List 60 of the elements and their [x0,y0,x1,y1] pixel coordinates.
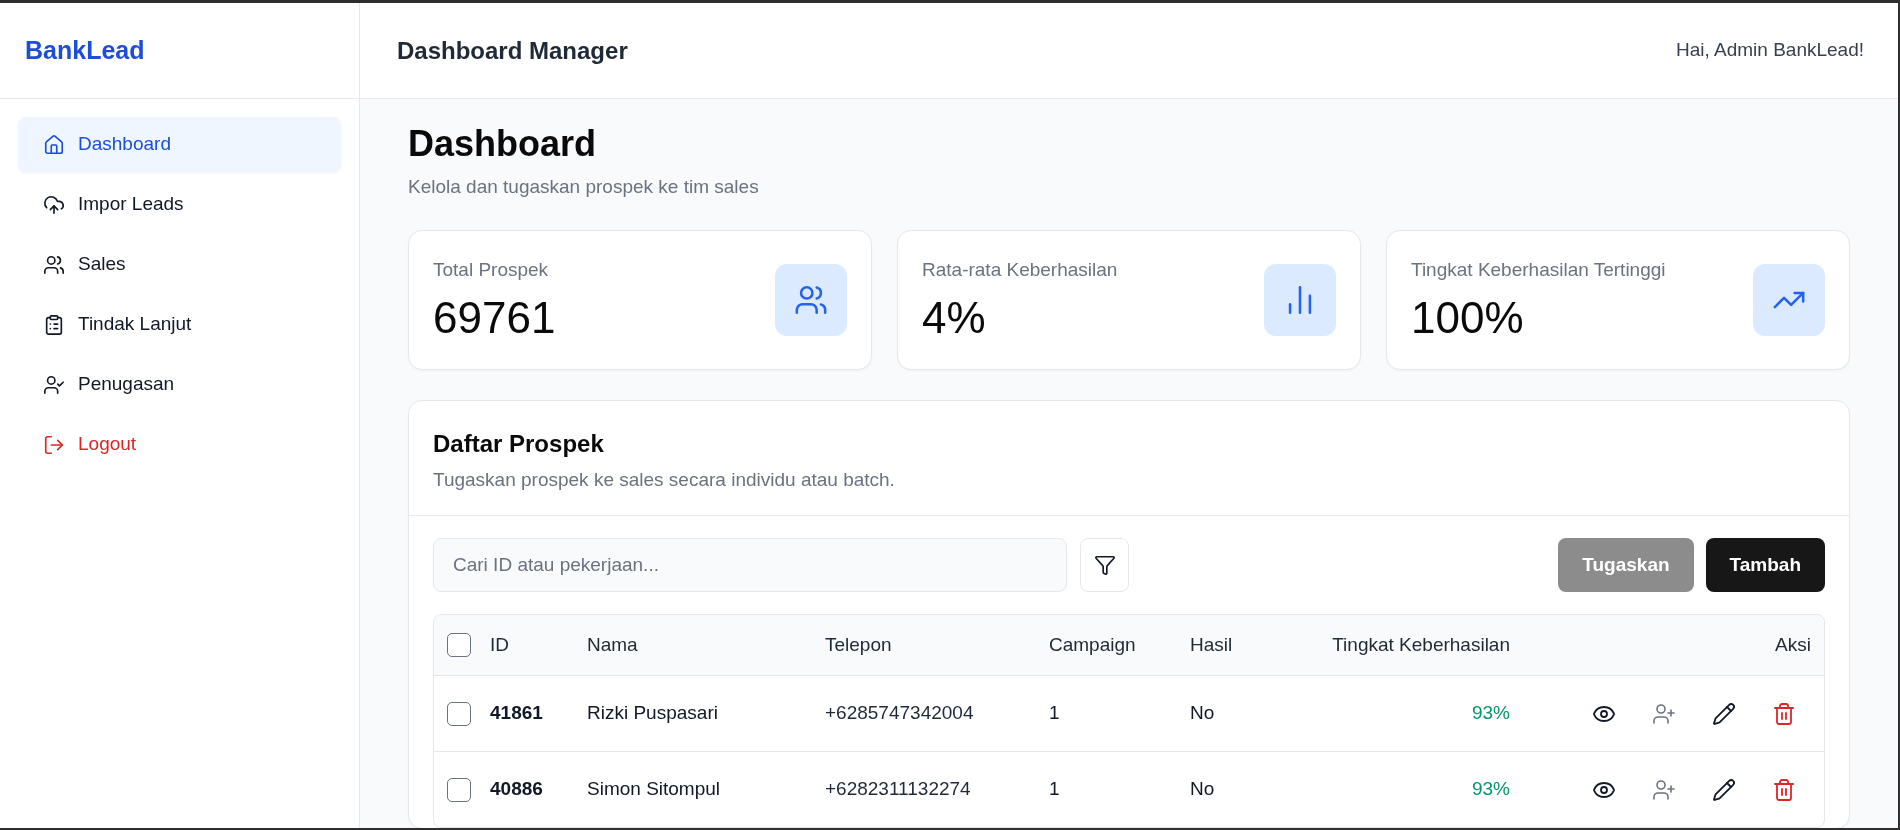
trash-icon [1772,777,1796,802]
card-subtitle: Tugaskan prospek ke sales secara individu atau batch. [433,468,896,492]
users-icon [775,264,847,336]
table-cell-text: 93% [1471,701,1510,726]
action-button[interactable]: Tambah [1705,538,1825,592]
column-header: Aksi [1775,632,1811,657]
table-cell-text: 40886 [490,777,543,802]
table-cell-text: Simon Sitompul [587,777,721,802]
filter-button[interactable] [1080,538,1129,592]
column-header: Campaign [1049,632,1136,657]
user-check-icon [43,373,65,396]
card-title: Daftar Prospek [433,429,605,459]
column-header: ID [490,632,509,657]
sidebar-item[interactable]: Impor Leads [18,177,341,232]
greeting-text: Hai, Admin BankLead! [1676,38,1864,63]
stat-label: Tingkat Keberhasilan Tertinggi [1411,258,1666,282]
page-subtitle: Kelola dan tugaskan prospek ke tim sales [408,175,760,199]
clipboard-list-icon [43,313,65,336]
filter-icon [1093,554,1116,576]
logout-icon [43,433,65,456]
trash-icon [1772,701,1796,726]
stat-value: 4% [922,293,987,343]
sidebar-item[interactable]: Logout [18,417,341,472]
table-cell-text: +6285747342004 [825,701,974,726]
table-cell-text: 41861 [490,701,543,726]
pencil-icon [1712,701,1736,726]
cloud-upload-icon [43,193,65,216]
sidebar-item[interactable]: Penugasan [18,357,341,412]
table-cell-text: 1 [1049,701,1060,726]
column-header: Telepon [825,632,892,657]
page-title: Dashboard [408,123,598,165]
pencil-icon [1712,777,1736,802]
checkbox[interactable] [447,633,471,657]
sidebar-item[interactable]: Tindak Lanjut [18,297,341,352]
sidebar-item[interactable]: Dashboard [18,117,341,172]
column-header: Hasil [1190,632,1233,657]
table-cell-text: No [1190,701,1215,726]
user-plus-icon [1652,701,1676,726]
column-header: Nama [587,632,638,657]
table-cell-text: +6282311132274 [825,777,971,802]
stat-label: Total Prospek [433,258,550,282]
stat-label: Rata-rata Keberhasilan [922,258,1118,282]
checkbox[interactable] [447,777,471,802]
column-header: Tingkat Keberhasilan [1332,632,1510,657]
stat-value: 69761 [433,293,556,343]
trending-up-icon [1753,264,1825,336]
app-logo[interactable]: BankLead [25,31,145,70]
user-plus-icon [1652,777,1676,802]
table-cell-text: 93% [1471,777,1510,802]
bar-chart-icon [1264,264,1336,336]
search-field[interactable]: Cari ID atau pekerjaan... [433,538,1067,592]
table-cell-text: Rizki Puspasari [587,701,718,726]
table-cell-text: 1 [1049,777,1060,802]
table-cell-text: No [1190,777,1215,802]
header-title: Dashboard Manager [397,35,628,66]
sidebar-item[interactable]: Sales [18,237,341,292]
checkbox[interactable] [447,701,471,726]
users-icon [43,253,65,276]
home-icon [43,133,65,156]
stat-value: 100% [1411,293,1525,343]
